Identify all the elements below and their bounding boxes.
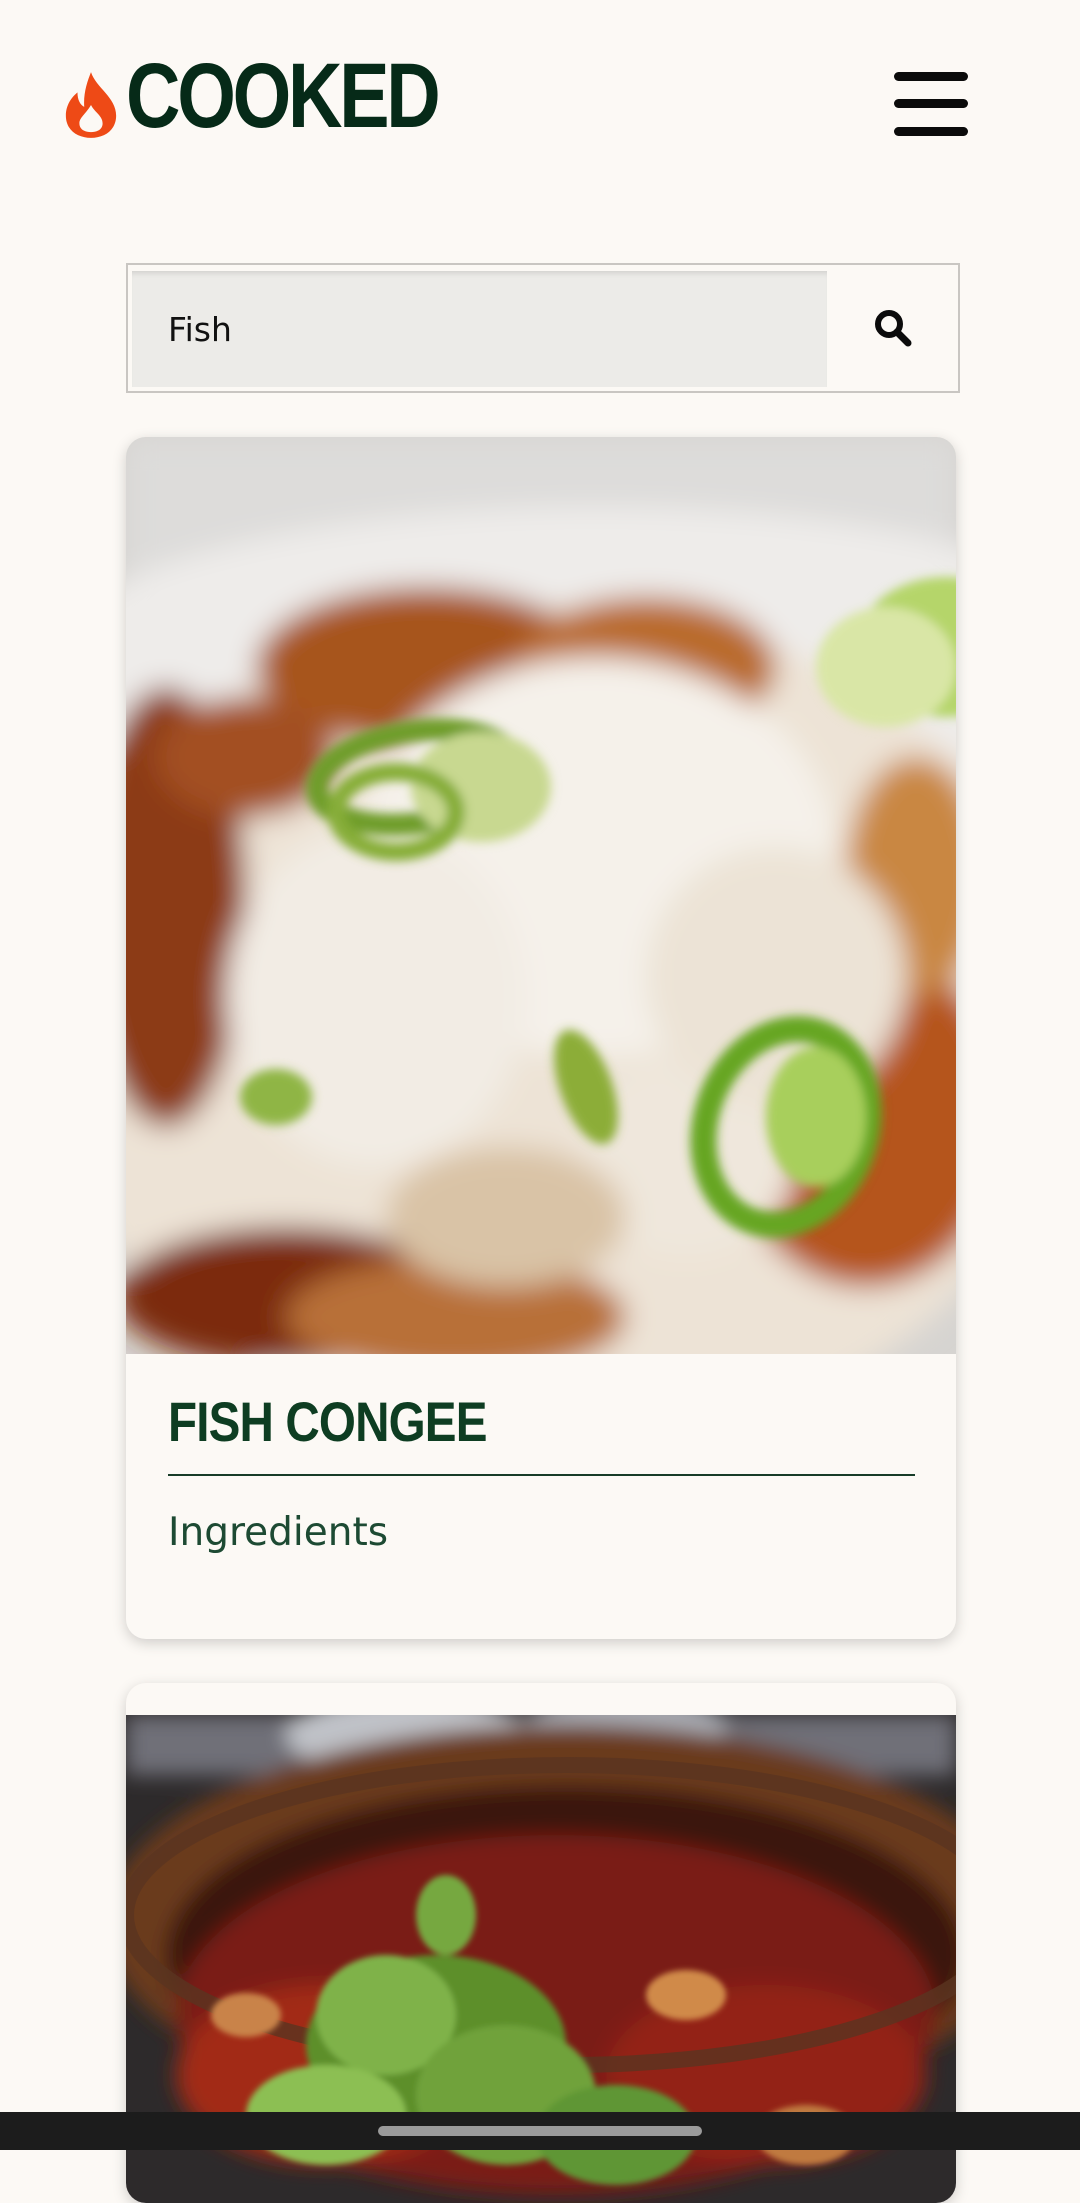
search-input[interactable]	[132, 271, 827, 387]
recipe-title[interactable]: FISH CONGEE	[168, 1390, 487, 1454]
title-divider	[168, 1474, 915, 1476]
flame-icon	[65, 72, 117, 138]
search-button[interactable]	[828, 265, 958, 391]
home-gesture-handle[interactable]	[378, 2126, 702, 2136]
system-navigation-bar	[0, 2112, 1080, 2150]
fish-congee-photo	[126, 437, 956, 1354]
logo-text: COOKED	[126, 45, 441, 147]
hamburger-menu-icon[interactable]	[894, 70, 970, 136]
search-icon	[875, 310, 912, 347]
ingredients-link[interactable]: Ingredients	[168, 1510, 388, 1555]
app-header: COOKED	[0, 0, 1080, 200]
recipe-card[interactable]: FISH CONGEE Ingredients	[126, 437, 956, 1639]
menu-line	[894, 99, 968, 108]
menu-line	[894, 127, 968, 136]
menu-line	[894, 72, 968, 81]
search-bar	[126, 263, 960, 393]
logo[interactable]: COOKED	[62, 50, 506, 142]
